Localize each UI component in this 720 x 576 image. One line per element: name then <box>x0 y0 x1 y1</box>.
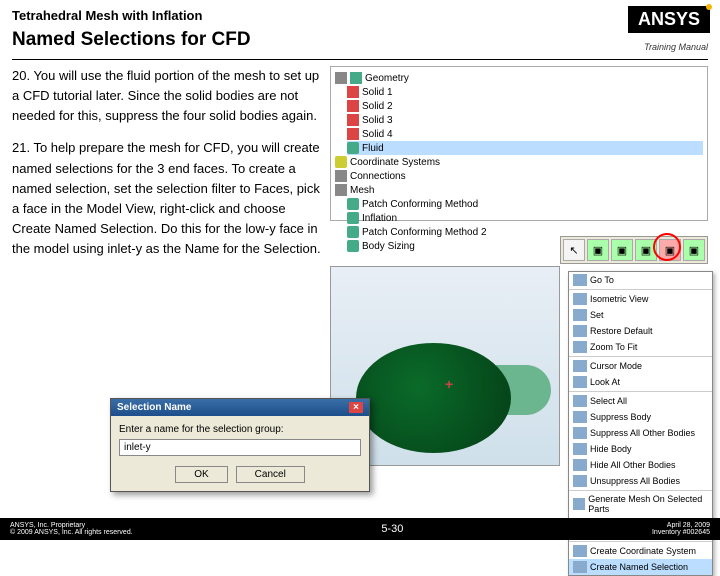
tree-bodysizing[interactable]: Body Sizing <box>362 241 415 252</box>
cancel-button[interactable]: Cancel <box>236 466 305 483</box>
suppress-icon <box>347 100 359 112</box>
step-text-21: To help prepare the mesh for CFD, you wi… <box>12 140 321 256</box>
conn-icon <box>335 170 347 182</box>
selected-face[interactable] <box>356 343 511 453</box>
plus-icon <box>335 72 347 84</box>
tree-fluid[interactable]: Fluid <box>362 143 384 154</box>
ok-button[interactable]: OK <box>175 466 227 483</box>
method-icon <box>347 212 359 224</box>
method-icon <box>347 226 359 238</box>
slide-title: Named Selections for CFD <box>12 29 708 51</box>
filter-face-button[interactable]: ▣ <box>635 239 657 261</box>
ctx-isometric[interactable]: Isometric View <box>569 291 712 307</box>
step-number-20: 20. <box>12 68 33 83</box>
footer-proprietary: ANSYS, Inc. Proprietary <box>10 522 133 529</box>
dialog-title: Selection Name <box>117 402 191 413</box>
geometry-icon <box>350 72 362 84</box>
ctx-genmesh[interactable]: Generate Mesh On Selected Parts <box>569 492 712 516</box>
slide-subtitle: Tetrahedral Mesh with Inflation <box>12 8 708 23</box>
ctx-selectall[interactable]: Select All <box>569 393 712 409</box>
set-icon <box>573 309 587 321</box>
ctx-suppress[interactable]: Suppress Body <box>569 409 712 425</box>
body-icon <box>347 142 359 154</box>
goto-icon <box>573 274 587 286</box>
filter-cursor-button[interactable]: ↖ <box>563 239 585 261</box>
selection-name-input[interactable] <box>119 439 361 456</box>
hideother-icon <box>573 459 587 471</box>
footer-copyright: © 2009 ANSYS, Inc. All rights reserved. <box>10 529 133 536</box>
genmesh-icon <box>573 498 585 510</box>
hide-icon <box>573 443 587 455</box>
coord-icon <box>335 156 347 168</box>
slide-footer: ANSYS, Inc. Proprietary © 2009 ANSYS, In… <box>0 518 720 540</box>
suppressother-icon <box>573 427 587 439</box>
selection-name-dialog: Selection Name × Enter a name for the se… <box>110 398 370 492</box>
cursor-icon <box>573 360 587 372</box>
method-icon <box>347 198 359 210</box>
method-icon <box>347 240 359 252</box>
coordsys-icon <box>573 545 587 557</box>
step-text-20: You will use the fluid portion of the me… <box>12 68 319 123</box>
ctx-set[interactable]: Set <box>569 307 712 323</box>
ctx-unsuppress[interactable]: Unsuppress All Bodies <box>569 473 712 489</box>
tree-solid3[interactable]: Solid 3 <box>362 115 393 126</box>
footer-inventory: Inventory #002645 <box>652 529 710 536</box>
mesh-icon <box>335 184 347 196</box>
filter-edge-button[interactable]: ▣ <box>611 239 633 261</box>
ctx-cursor[interactable]: Cursor Mode <box>569 358 712 374</box>
tree-coords[interactable]: Coordinate Systems <box>350 157 440 168</box>
tree-pcm1[interactable]: Patch Conforming Method <box>362 199 478 210</box>
suppress-icon <box>573 411 587 423</box>
ctx-coordsys[interactable]: Create Coordinate System <box>569 543 712 559</box>
page-number: 5-30 <box>381 523 403 535</box>
filter-body-button[interactable]: ▣ <box>659 239 681 261</box>
tree-pcm2[interactable]: Patch Conforming Method 2 <box>362 227 487 238</box>
tree-solid4[interactable]: Solid 4 <box>362 129 393 140</box>
suppress-icon <box>347 86 359 98</box>
filter-extend-button[interactable]: ▣ <box>683 239 705 261</box>
lookat-icon <box>573 376 587 388</box>
zoom-icon <box>573 341 587 353</box>
suppress-icon <box>347 128 359 140</box>
selection-filter-toolbar: ↖ ▣ ▣ ▣ ▣ ▣ <box>560 236 708 264</box>
tree-geometry[interactable]: Geometry <box>365 73 409 84</box>
suppress-icon <box>347 114 359 126</box>
tree-connections[interactable]: Connections <box>350 171 406 182</box>
restore-icon <box>573 325 587 337</box>
ctx-hideother[interactable]: Hide All Other Bodies <box>569 457 712 473</box>
ctx-suppressother[interactable]: Suppress All Other Bodies <box>569 425 712 441</box>
tree-solid2[interactable]: Solid 2 <box>362 101 393 112</box>
dialog-prompt: Enter a name for the selection group: <box>119 424 361 435</box>
tree-inflation[interactable]: Inflation <box>362 213 397 224</box>
ctx-zoom[interactable]: Zoom To Fit <box>569 339 712 355</box>
outline-tree[interactable]: Geometry Solid 1 Solid 2 Solid 3 Solid 4… <box>330 66 708 221</box>
origin-marker: + <box>445 376 453 392</box>
selectall-icon <box>573 395 587 407</box>
ctx-hide[interactable]: Hide Body <box>569 441 712 457</box>
close-icon[interactable]: × <box>349 402 363 413</box>
step-number-21: 21. <box>12 140 33 155</box>
footer-date: April 28, 2009 <box>652 522 710 529</box>
iso-icon <box>573 293 587 305</box>
unsuppress-icon <box>573 475 587 487</box>
ctx-restore[interactable]: Restore Default <box>569 323 712 339</box>
training-manual-label: Training Manual <box>644 42 708 52</box>
namedsel-icon <box>573 561 587 573</box>
tree-solid1[interactable]: Solid 1 <box>362 87 393 98</box>
filter-vertex-button[interactable]: ▣ <box>587 239 609 261</box>
ctx-goto[interactable]: Go To <box>569 272 712 288</box>
ctx-lookat[interactable]: Look At <box>569 374 712 390</box>
ansys-logo: ANSYS <box>628 6 710 33</box>
tree-mesh[interactable]: Mesh <box>350 185 374 196</box>
ctx-named-selection[interactable]: Create Named Selection <box>569 559 712 575</box>
